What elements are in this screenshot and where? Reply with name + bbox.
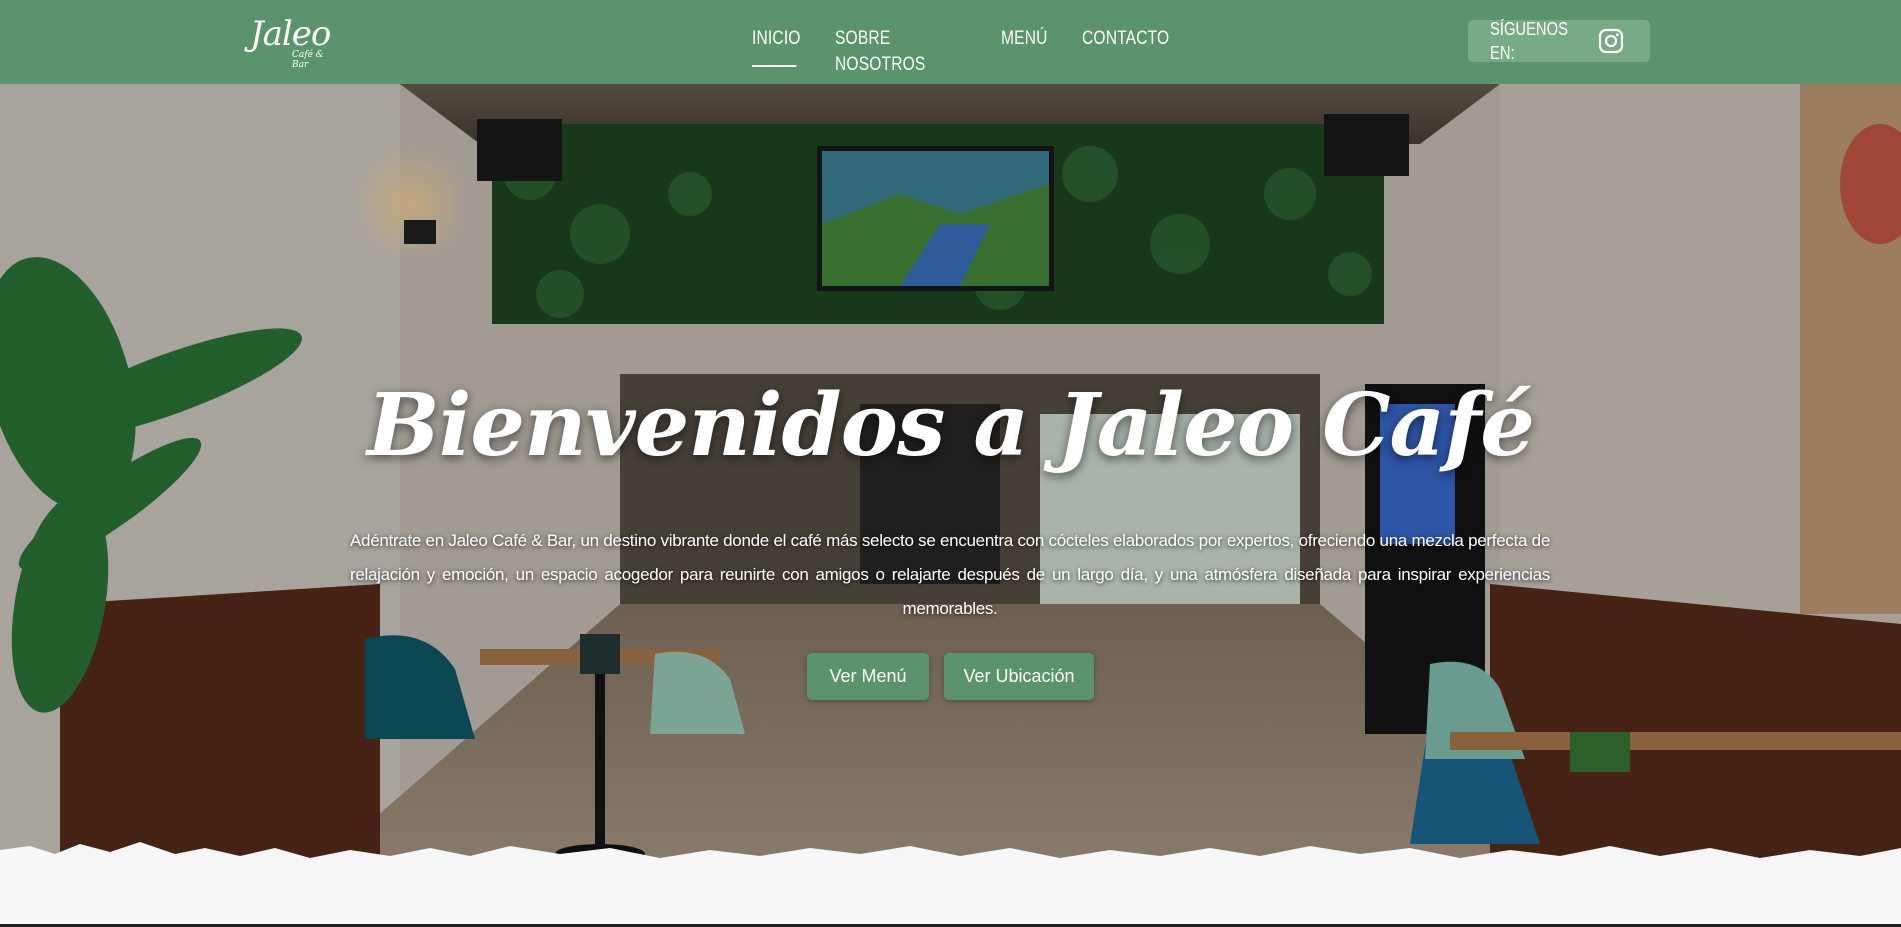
hero-dim-overlay (0, 84, 1901, 927)
hero-section: Bienvenidos a Jaleo Café Adéntrate en Ja… (0, 84, 1901, 927)
main-nav: INICIO SOBRE NOSOTROS MENÚ CONTACTO (752, 26, 1169, 75)
hero-description: Adéntrate en Jaleo Café & Bar, un destin… (350, 531, 1550, 618)
follow-us-label: SÍGUENOS EN: (1490, 19, 1568, 63)
logo-tagline: Café & Bar (292, 50, 324, 70)
nav-link-contacto[interactable]: CONTACTO (1082, 26, 1169, 62)
view-menu-button[interactable]: Ver Menú (807, 653, 929, 700)
nav-link-menu[interactable]: MENÚ (1001, 26, 1047, 62)
hero-title: Bienvenidos a Jaleo Café (367, 375, 1535, 476)
view-location-button[interactable]: Ver Ubicación (944, 653, 1094, 700)
instagram-icon[interactable] (1598, 28, 1624, 54)
follow-us-box: SÍGUENOS EN: (1468, 19, 1650, 63)
torn-paper-divider (0, 842, 1901, 927)
nav-link-inicio[interactable]: INICIO (752, 26, 800, 67)
nav-link-sobre-nosotros[interactable]: SOBRE NOSOTROS (835, 26, 941, 75)
logo-wordmark: Jaleo (250, 14, 331, 54)
site-header: Jaleo Café & Bar INICIO SOBRE NOSOTROS M… (0, 0, 1901, 84)
site-logo[interactable]: Jaleo Café & Bar (250, 14, 340, 70)
